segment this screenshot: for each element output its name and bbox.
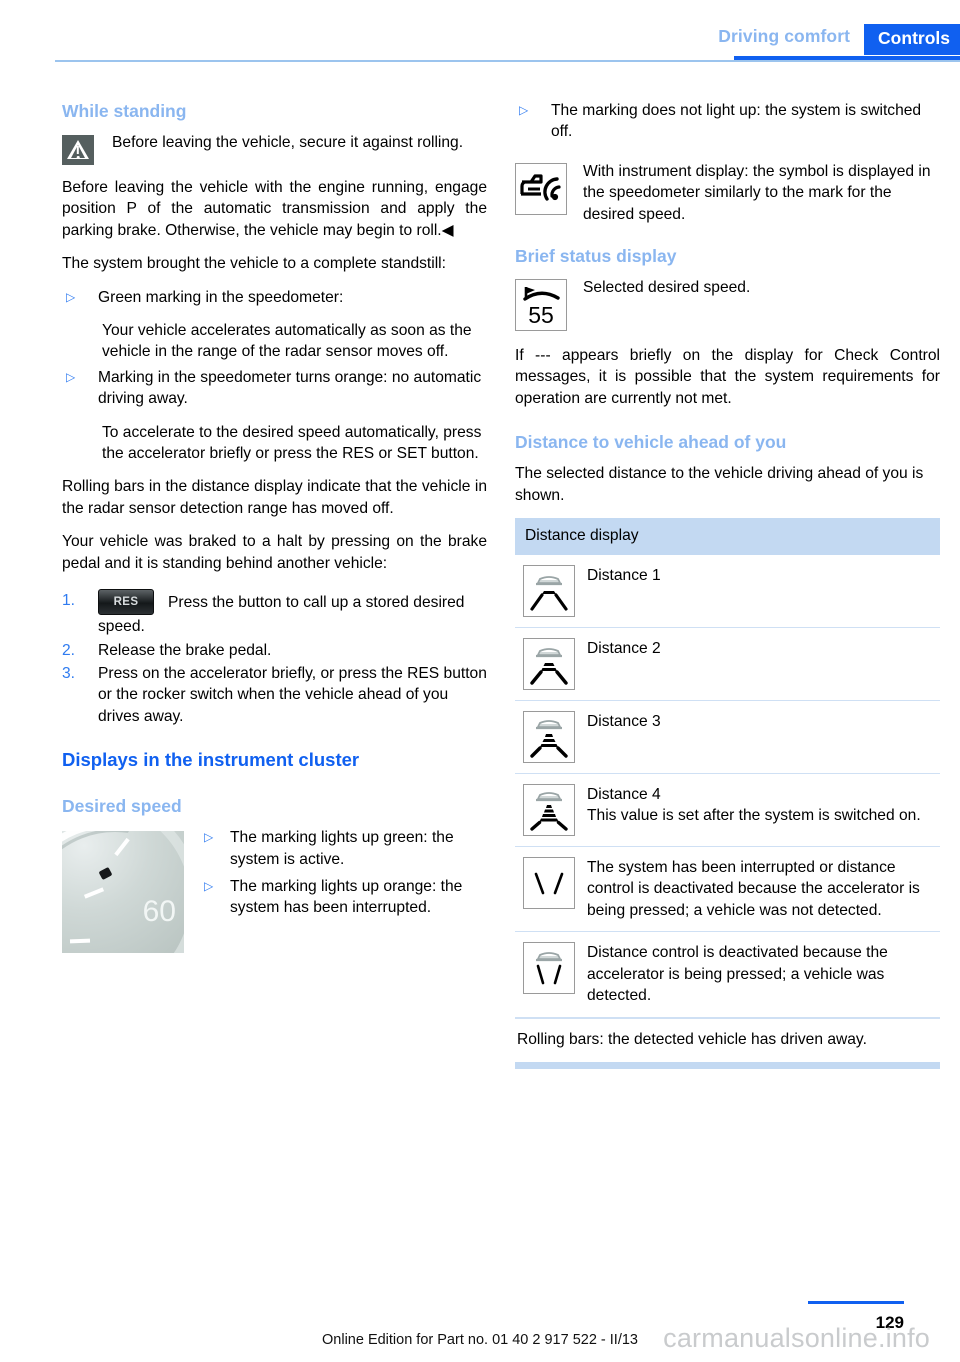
para-standstill: The system brought the vehicle to a comp… xyxy=(62,255,446,273)
speedometer-value: 60 xyxy=(142,895,176,929)
table-row: Distance 4 This value is set after the s… xyxy=(515,774,940,848)
table-cell-title: Distance 4 xyxy=(587,786,661,804)
warning-block: Before leaving the vehicle, secure it ag… xyxy=(62,132,487,165)
table-cell-text: Distance 1 xyxy=(587,567,661,585)
table-row: The system has been interrupted or dista… xyxy=(515,847,940,933)
table-end-bar xyxy=(515,1061,940,1069)
bullet-triangle-icon: ▷ xyxy=(66,289,76,304)
list-item: ▷ The marking does not light up: the sys… xyxy=(515,100,940,143)
instrument-symbol-block: With instrument display: the symbol is d… xyxy=(515,161,940,225)
list-item: 1. RES Press the button to call up a stor… xyxy=(62,589,487,637)
desired-speed-block: 60 ▷ The marking lights up green: the sy… xyxy=(62,827,487,954)
table-cell-note: This value is set after the system is sw… xyxy=(587,807,921,825)
para-before-leaving: Before leaving the vehicle with the engi… xyxy=(62,179,487,239)
para-dashes: If --- appears briefly on the display fo… xyxy=(515,347,940,407)
table-footer-note: Rolling bars: the detected vehicle has d… xyxy=(515,1017,940,1062)
list-item: 2. Release the brake pedal. xyxy=(62,640,487,661)
heading-desired-speed: Desired speed xyxy=(62,796,182,817)
list-item: 3. Press on the accelerator briefly, or … xyxy=(62,663,487,727)
distance-display-table: Distance display Distance 1 Distance 2 D… xyxy=(515,518,940,1069)
distance-4-icon xyxy=(515,784,587,837)
list-item: ▷ Marking in the speedometer turns orang… xyxy=(62,367,487,410)
bullet-text: The marking lights up green: the system … xyxy=(230,829,454,868)
desired-speed-55-icon: 55 xyxy=(515,279,567,332)
para-distance-intro: The selected distance to the vehicle dri… xyxy=(515,465,924,504)
bullet-triangle-icon: ▷ xyxy=(66,369,76,384)
heading-displays-instrument-cluster: Displays in the instrument cluster xyxy=(62,749,360,771)
table-row: Distance control is deactivated because … xyxy=(515,932,940,1018)
list-item: ▷ The marking lights up orange: the syst… xyxy=(200,876,487,919)
table-cell-text: Distance 4 This value is set after the s… xyxy=(587,784,940,827)
table-row: Distance 1 xyxy=(515,555,940,629)
table-cell-text: Distance 2 xyxy=(587,640,661,658)
para-rolling-bars: Rolling bars in the distance display ind… xyxy=(62,478,487,517)
distance-2-icon xyxy=(515,638,587,691)
footer-edition-text: Online Edition for Part no. 01 40 2 917 … xyxy=(322,1332,638,1348)
page-number: 129 xyxy=(875,1313,904,1332)
right-column: ▷ The marking does not light up: the sys… xyxy=(515,100,940,1069)
step-number-1: 1. xyxy=(62,592,76,610)
standstill-bullet-list-2: ▷ Marking in the speedometer turns orang… xyxy=(62,367,487,410)
header-rule xyxy=(55,60,960,62)
table-header: Distance display xyxy=(515,518,940,556)
header-chapter-label: Driving comfort xyxy=(718,26,851,46)
distance-deactivated-icon xyxy=(515,942,587,995)
warning-triangle-icon xyxy=(62,135,94,165)
brief-status-text: Selected desired speed. xyxy=(583,279,751,297)
step-text-3: Press on the accelerator briefly, or pre… xyxy=(98,664,487,725)
table-cell-text: The system has been interrupted or dista… xyxy=(587,859,920,919)
list-item: ▷ Green marking in the speedometer: xyxy=(62,287,487,308)
step-text-1: RES Press the button to call up a stored … xyxy=(98,589,487,637)
instrument-symbol-text: With instrument display: the symbol is d… xyxy=(583,162,931,223)
page-footer: 129 Online Edition for Part no. 01 40 2 … xyxy=(0,1282,960,1362)
bullet-text: The marking lights up orange: the system… xyxy=(230,877,463,917)
res-button[interactable]: RES xyxy=(98,589,154,616)
heading-distance-to-vehicle: Distance to vehicle ahead of you xyxy=(515,432,787,453)
table-cell-text: Distance 3 xyxy=(587,713,661,731)
para-braked: Your vehicle was braked to a halt by pre… xyxy=(62,533,487,572)
table-row: Distance 3 xyxy=(515,701,940,775)
bullet-triangle-icon: ▷ xyxy=(204,878,214,893)
heading-while-standing: While standing xyxy=(62,101,187,121)
distance-1-icon xyxy=(515,565,587,618)
bullet-text: Green marking in the speedometer: xyxy=(98,288,344,306)
standstill-bullet-list: ▷ Green marking in the speedometer: xyxy=(62,287,487,308)
bullet-triangle-icon: ▷ xyxy=(519,103,529,117)
table-cell-text: Distance control is deactivated because … xyxy=(587,944,888,1005)
header-section-label: Controls xyxy=(864,24,960,55)
car-distance-symbol-icon xyxy=(515,162,567,215)
heading-brief-status-display: Brief status display xyxy=(515,246,677,267)
distance-interrupted-icon xyxy=(515,857,587,910)
brief-status-block: 55 Selected desired speed. xyxy=(515,277,940,332)
distance-3-icon xyxy=(515,711,587,764)
warning-text: Before leaving the vehicle, secure it ag… xyxy=(112,134,464,151)
left-column: While standing Before leaving the vehicl… xyxy=(62,100,487,965)
bullet-text: The marking does not light up: the syste… xyxy=(551,102,922,141)
desired-speed-bullets: ▷ The marking lights up green: the syste… xyxy=(200,827,487,921)
step-text-2: Release the brake pedal. xyxy=(98,641,272,659)
bullet-sub-text-0: Your vehicle accelerates automatically a… xyxy=(102,322,472,361)
steps-list: 1. RES Press the button to call up a stor… xyxy=(62,589,487,727)
footer-rule xyxy=(808,1301,904,1304)
bullet-text: Marking in the speedometer turns orange:… xyxy=(98,368,482,408)
page-header: Driving comfort Controls xyxy=(0,0,960,62)
svg-text:55: 55 xyxy=(528,302,554,328)
bullet-sub-text-1: To accelerate to the desired speed autom… xyxy=(102,423,482,463)
speedometer-image: 60 xyxy=(62,831,184,954)
table-row: Distance 2 xyxy=(515,628,940,702)
list-item: ▷ The marking lights up green: the syste… xyxy=(200,827,487,870)
step-number-3: 3. xyxy=(62,664,76,682)
bullet-triangle-icon: ▷ xyxy=(204,830,214,845)
step-number-2: 2. xyxy=(62,641,76,659)
